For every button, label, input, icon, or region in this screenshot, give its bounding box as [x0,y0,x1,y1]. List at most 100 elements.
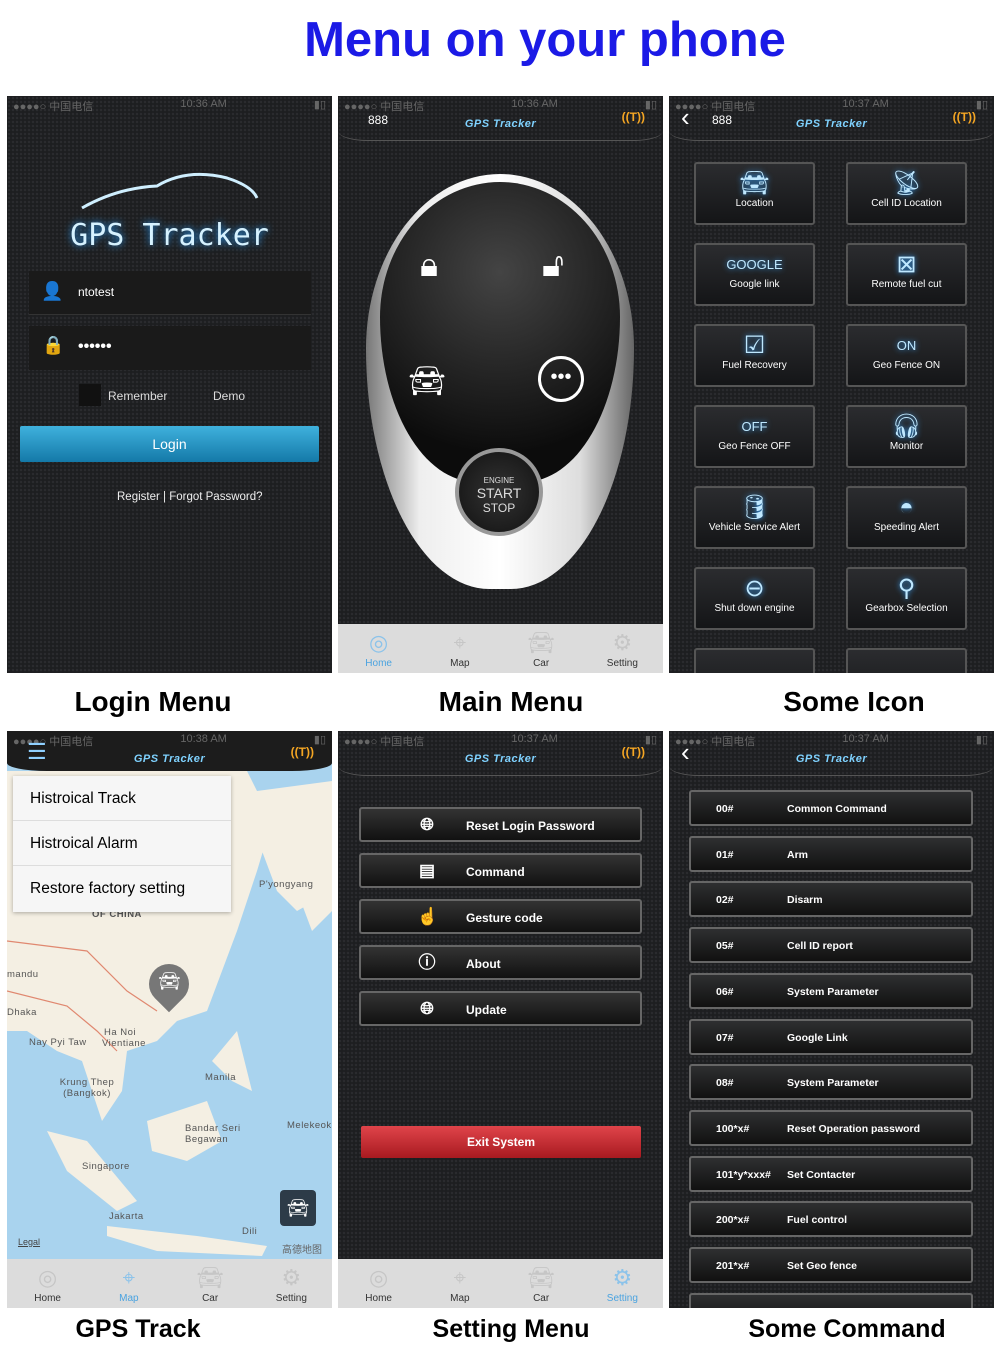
icon-button-vehicle-service-alert[interactable]: 🛢︎ Vehicle Service Alert [694,486,815,549]
command-item[interactable]: 01# Arm [689,835,973,872]
map-pin-icon: ⌖ [453,1265,467,1290]
unlock-button[interactable]: 🔓︎ [542,246,564,285]
icon-button-shut-down-engine[interactable]: ⊖ Shut down engine [694,567,815,630]
car-icon: 🚘︎ [196,1265,225,1290]
tab-car[interactable]: 🚘︎ Car [170,1259,251,1308]
menu-item-historical-alarm[interactable]: Histroical Alarm [13,821,231,866]
command-code: 02# [716,894,734,907]
setting-item-about[interactable]: ⓘ About [359,945,642,980]
command-item[interactable]: 06# System Parameter [689,972,973,1009]
command-code: 200*x# [716,1214,750,1227]
command-label: Arm [787,848,809,861]
signal-antenna-icon[interactable]: ((T)) [291,745,314,759]
clock: 10:36 AM [180,98,227,110]
setting-item-gesture-code[interactable]: ☝ Gesture code [359,899,642,934]
user-icon: 👤 [41,281,64,301]
setting-item-reset-login-password[interactable]: 🌐︎ Reset Login Password [359,807,642,842]
command-label: Fuel control [787,1214,848,1227]
icon-button-partial[interactable] [694,648,815,673]
more-button[interactable]: ••• [538,356,584,402]
exit-system-button[interactable]: Exit System [361,1126,641,1158]
home-icon: ◎ [369,1265,389,1290]
tab-setting[interactable]: ⚙ Setting [582,624,663,673]
command-item[interactable]: 08# System Parameter [689,1064,973,1101]
icon-button-monitor[interactable]: 🎧︎ Monitor [846,405,967,468]
icon-button-speeding-alert[interactable]: ◓ Speeding Alert [846,486,967,549]
back-button[interactable]: ‹ [681,739,690,765]
tab-setting[interactable]: ⚙ Setting [251,1259,332,1308]
login-button[interactable]: Login [20,426,319,462]
battery-icon: ▮▯ [644,734,657,746]
map-pin-icon: ⌖ [122,1265,136,1290]
icon-button-geo-fence-off[interactable]: OFF Geo Fence OFF [694,405,815,468]
command-item[interactable]: 07# Google Link [689,1018,973,1055]
command-item[interactable]: 101*y*xxx# Set Contacter [689,1155,973,1192]
legal-link[interactable]: Legal [18,1237,40,1247]
icon-button-gearbox-selection[interactable]: ⚲ Gearbox Selection [846,567,967,630]
tab-home[interactable]: ◎ Home [338,1259,419,1308]
battery-icon: ▮▯ [313,734,326,746]
command-label: Cell ID report [787,940,853,953]
command-item[interactable]: 05# Cell ID report [689,927,973,964]
hamburger-menu-icon[interactable]: ☰ [27,741,47,763]
username-field[interactable]: 👤 ntotest [29,271,311,315]
signal-antenna-icon[interactable]: ((T)) [622,745,645,759]
tab-car[interactable]: 🚘︎ Car [501,624,582,673]
signal-antenna-icon[interactable]: ((T)) [953,110,976,124]
car-icon: 🚘︎ [527,1265,556,1290]
command-item[interactable]: 201*x# Set Geo fence [689,1247,973,1283]
map-label: P'yongyang [259,879,314,890]
icon-button-google-link[interactable]: GOOGLE Google link [694,243,815,306]
icons-screen: ●●●●○ 中国电信 10:37 AM ▮▯ ‹ 888 GPS Tracker (… [669,96,994,673]
icon-button-cell-id-location[interactable]: 📡︎ Cell ID Location [846,162,967,225]
icon-button-geo-fence-on[interactable]: ON Geo Fence ON [846,324,967,387]
tab-home[interactable]: ◎ Home [7,1259,88,1308]
tab-map[interactable]: ⌖ Map [88,1259,169,1308]
lock-button[interactable]: 🔒︎ [420,246,438,285]
command-label: Disarm [787,894,823,907]
icon-button-fuel-recovery[interactable]: ☑ Fuel Recovery [694,324,815,387]
icon-label: Shut down engine [714,603,795,614]
command-item[interactable]: 02# Disarm [689,881,973,918]
car-trunk-button[interactable]: 🚘︎ [408,364,446,399]
map-label: Singapore [82,1161,130,1172]
page-title: Menu on your phone [304,13,786,67]
command-item[interactable]: 00# Common Command [689,790,973,826]
icon-button-partial[interactable] [846,648,967,673]
setting-item-update[interactable]: 🌐︎ Update [359,991,642,1026]
tab-map[interactable]: ⌖ Map [419,624,500,673]
command-item[interactable]: 200*x# Fuel control [689,1201,973,1238]
tab-setting[interactable]: ⚙ Setting [582,1259,663,1308]
command-item[interactable]: 100*x# Reset Operation password [689,1109,973,1146]
menu-item-historical-track[interactable]: Histroical Track [13,776,231,821]
tab-car[interactable]: 🚘︎ Car [501,1259,582,1308]
globe-icon: 🌐︎ [420,999,434,1018]
icon-button-location[interactable]: 🚘︎ Location [694,162,815,225]
demo-link[interactable]: Demo [213,389,245,403]
register-forgot-links[interactable]: Register | Forgot Password? [117,491,263,503]
car-icon: 🚘︎ [158,971,181,991]
remember-checkbox[interactable] [79,384,101,406]
tab-map[interactable]: ⌖ Map [419,1259,500,1308]
command-item-partial[interactable] [689,1293,973,1308]
command-code: 201*x# [716,1260,750,1272]
tab-bar: ◎ Home ⌖ Map 🚘︎ Car ⚙ Setting [7,1259,332,1308]
globe-icon: 🌐︎ [420,815,434,834]
setting-item-command[interactable]: ▤ Command [359,853,642,888]
remember-label[interactable]: Remember [108,389,167,403]
locate-car-button[interactable]: 🚘︎ [280,1190,316,1226]
menu-item-restore-factory[interactable]: Restore factory setting [13,866,231,911]
dropdown-menu: Histroical Track Histroical Alarm Restor… [13,776,231,912]
icon-label: Location [735,198,774,209]
caption-main: Main Menu [438,686,584,717]
command-label: System Parameter [787,1077,879,1090]
back-button[interactable]: ‹ [681,104,690,130]
signal-antenna-icon[interactable]: ((T)) [622,110,645,124]
password-field[interactable]: 🔒 •••••• [29,326,311,370]
device-id: 888 [368,113,389,127]
tab-home[interactable]: ◎ Home [338,624,419,673]
google-link-icon: GOOGLE [726,257,783,272]
map-label: Manila [205,1072,236,1083]
engine-start-stop-button[interactable]: ENGINE START STOP [455,448,543,536]
icon-button-remote-fuel-cut[interactable]: ⊠ Remote fuel cut [846,243,967,306]
